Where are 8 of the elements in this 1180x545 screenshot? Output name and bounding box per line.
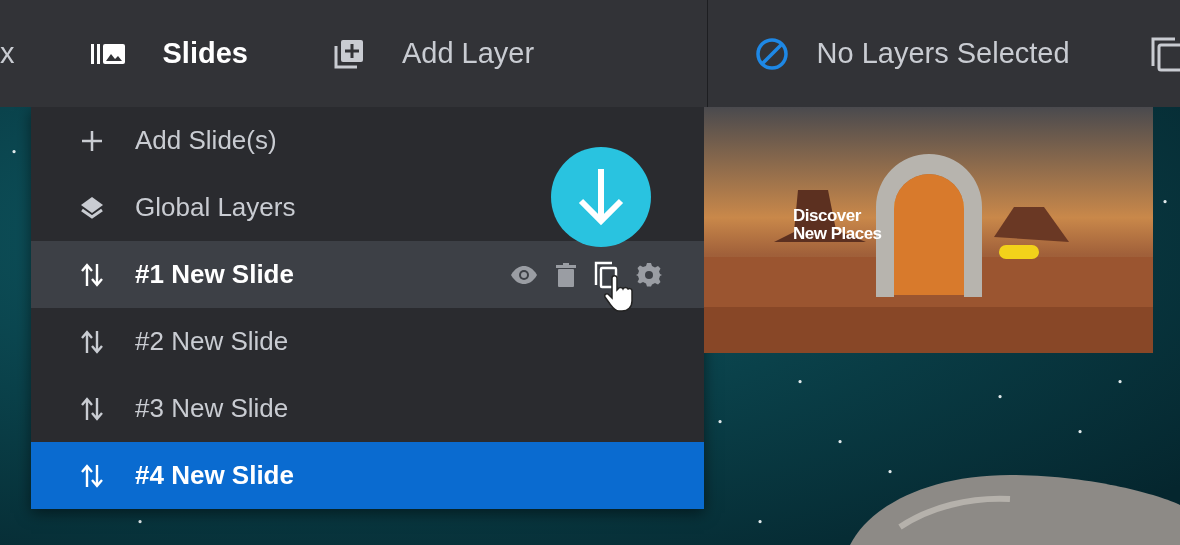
blocked-icon <box>754 36 789 71</box>
slides-icon <box>90 41 125 66</box>
toolbar-label[interactable]: x <box>0 37 15 70</box>
slides-tab[interactable]: Slides <box>90 37 248 70</box>
copy-icon[interactable] <box>1150 35 1180 72</box>
add-layer-button[interactable]: Add Layer <box>333 37 535 70</box>
selection-status: No Layers Selected <box>816 37 1070 70</box>
add-layer-icon <box>333 38 364 69</box>
